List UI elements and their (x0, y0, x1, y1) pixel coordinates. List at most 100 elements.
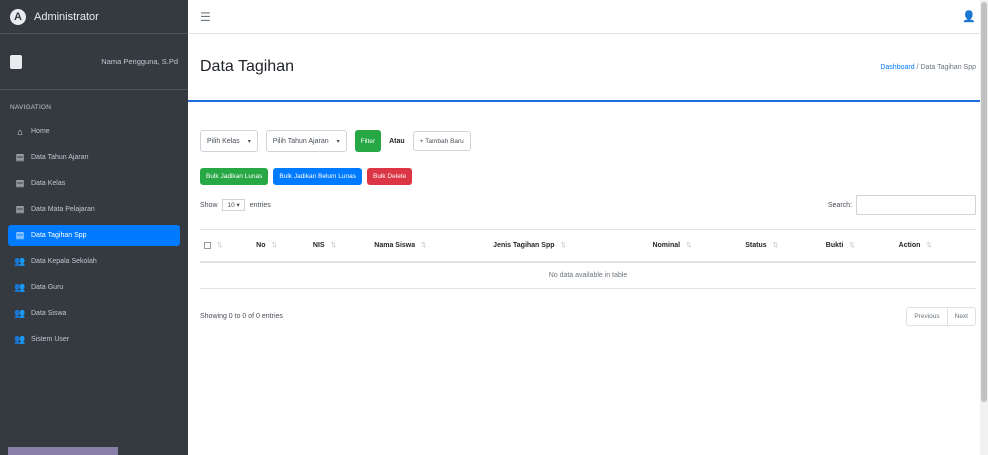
breadcrumb: Dashboard / Data Tagihan Spp (880, 64, 976, 71)
column-header-label: Bukti (825, 242, 844, 250)
user-panel[interactable]: Nama Pengguna, S.Pd (0, 34, 188, 90)
content-card: Pilih Kelas ▾ Pilih Tahun Ajaran ▾ Filte… (188, 102, 988, 455)
tahun-ajaran-select-value: Pilih Tahun Ajaran (272, 137, 329, 145)
nav-list: ⌂ Home ▤ Data Tahun Ajaran ▤ Data Kelas ▤ Data … (0, 121, 188, 350)
sidebar-item-home[interactable]: ⌂ Home (8, 121, 180, 142)
entries-select-value: 10 (227, 202, 235, 209)
users-icon: 👥 (14, 256, 26, 266)
next-button[interactable]: Next (946, 307, 975, 325)
bulk-actions: Bulk Jadikan Lunas Bulk Jadikan Belum Lu… (200, 168, 976, 185)
column-header-nominal[interactable]: Nominal ⇅ (648, 229, 742, 263)
empty-table-message: No data available in table (200, 261, 976, 289)
breadcrumb-current: Data Tagihan Spp (920, 63, 976, 71)
add-new-button[interactable]: + Tambah Baru (412, 131, 471, 151)
scrollbar-thumb[interactable] (981, 2, 987, 402)
sidebar-item-label: Sistem User (31, 336, 70, 343)
tahun-ajaran-select[interactable]: Pilih Tahun Ajaran ▾ (265, 130, 347, 152)
select-all-checkbox[interactable] (204, 241, 211, 249)
column-header-bukti[interactable]: Bukti ⇅ (821, 229, 895, 263)
sidebar-item-label: Data Mata Pelajaran (31, 206, 95, 213)
bulk-lunas-button[interactable]: Bulk Jadikan Lunas (200, 168, 269, 185)
menu-toggle-icon[interactable]: ☰ (200, 10, 211, 24)
bulk-belum-lunas-button[interactable]: Bulk Jadikan Belum Lunas (273, 168, 362, 185)
table-info: Showing 0 to 0 of 0 entries (200, 312, 283, 320)
sort-icon: ⇅ (772, 242, 779, 250)
chevron-down-icon: ▾ (247, 138, 251, 145)
chevron-down-icon: ▾ (336, 138, 340, 145)
sidebar-item-label: Home (31, 128, 50, 135)
column-header-label: NIS (312, 242, 325, 250)
sort-icon: ⇅ (217, 242, 223, 250)
show-label: Show (200, 202, 218, 209)
book-icon: ▤ (15, 204, 25, 214)
column-header-label: Nama Siswa (374, 242, 416, 250)
breadcrumb-home[interactable]: Dashboard (880, 64, 914, 71)
sort-icon: ⇅ (560, 242, 566, 250)
user-name: Nama Pengguna, S.Pd (101, 57, 178, 66)
brand-title: Administrator (34, 10, 99, 23)
users-icon: 👥 (14, 334, 26, 344)
brand[interactable]: A Administrator (0, 0, 188, 34)
tagihan-table: ⇅ No ⇅ NIS ⇅ Nama Siswa ⇅ Jenis Tagihan Spp ⇅ No… (200, 229, 976, 289)
column-header-action[interactable]: Action ⇅ (894, 229, 976, 263)
book-icon: ▤ (15, 178, 25, 188)
page-title: Data Tagihan (200, 58, 294, 75)
users-icon: 👥 (14, 308, 26, 318)
user-icon[interactable]: 👤 (962, 10, 976, 23)
page-header: Data Tagihan Dashboard / Data Tagihan Sp… (188, 34, 988, 102)
column-header-label: Nominal (652, 242, 681, 250)
book-icon: ▤ (15, 152, 25, 162)
sidebar-item-data-tahun-ajaran[interactable]: ▤ Data Tahun Ajaran (8, 147, 180, 168)
sidebar-footer-bar (8, 447, 118, 455)
sidebar-item-data-kelas[interactable]: ▤ Data Kelas (8, 173, 180, 194)
sidebar-item-label: Data Guru (31, 284, 64, 291)
sort-icon: ⇅ (330, 242, 337, 250)
topbar: ☰ 👤 (188, 0, 988, 34)
sort-icon: ⇅ (271, 242, 277, 250)
column-header-label: No (256, 242, 266, 250)
home-icon: ⌂ (17, 126, 23, 137)
users-icon: 👥 (14, 282, 26, 292)
breadcrumb-separator: / (916, 63, 919, 71)
column-header-nis[interactable]: NIS ⇅ (308, 229, 371, 263)
sidebar-item-data-tagihan-spp[interactable]: ▤ Data Tagihan Spp (8, 225, 180, 246)
sidebar: A Administrator Nama Pengguna, S.Pd NAVI… (0, 0, 188, 455)
sidebar-item-label: Data Kelas (31, 180, 66, 187)
kelas-select[interactable]: Pilih Kelas ▾ (200, 130, 258, 152)
sort-icon: ⇅ (926, 242, 932, 250)
bulk-delete-button[interactable]: Bulk Delete (366, 168, 413, 185)
column-header-nama-siswa[interactable]: Nama Siswa ⇅ (370, 229, 490, 263)
search-label: Search: (827, 201, 852, 209)
sidebar-item-label: Data Siswa (31, 310, 67, 317)
sidebar-item-data-mata-pelajaran[interactable]: ▤ Data Mata Pelajaran (8, 199, 180, 220)
column-header-label: Status (745, 242, 767, 250)
entries-select[interactable]: 10 ▾ (222, 199, 245, 211)
previous-button[interactable]: Previous (907, 308, 946, 325)
search-input[interactable] (856, 195, 976, 215)
sidebar-item-sistem-user[interactable]: 👥 Sistem User (8, 329, 180, 350)
kelas-select-value: Pilih Kelas (207, 137, 240, 145)
atau-label: Atau (389, 137, 405, 145)
sidebar-item-label: Data Tahun Ajaran (31, 154, 89, 161)
pagination: Previous Next (906, 306, 976, 326)
sidebar-item-data-guru[interactable]: 👥 Data Guru (8, 277, 180, 298)
scrollbar[interactable] (980, 0, 988, 455)
table-controls: Show 10 ▾ entries Search: (200, 195, 976, 215)
column-header-jenis-tagihan-spp[interactable]: Jenis Tagihan Spp ⇅ (489, 229, 649, 263)
column-header-label: Action (898, 242, 921, 250)
filter-row: Pilih Kelas ▾ Pilih Tahun Ajaran ▾ Filte… (200, 102, 976, 152)
select-all-header[interactable]: ⇅ (200, 229, 253, 263)
sort-icon: ⇅ (421, 242, 427, 250)
length-control: Show 10 ▾ entries (200, 199, 271, 211)
sort-icon: ⇅ (849, 242, 855, 250)
table-header-row: ⇅ No ⇅ NIS ⇅ Nama Siswa ⇅ Jenis Tagihan Spp ⇅ No… (200, 229, 976, 263)
filter-button[interactable]: Filter (354, 130, 382, 152)
sidebar-item-data-siswa[interactable]: 👥 Data Siswa (8, 303, 180, 324)
sidebar-item-label: Data Tagihan Spp (31, 232, 87, 239)
column-header-label: Jenis Tagihan Spp (493, 242, 555, 250)
main-area: ☰ 👤 Data Tagihan Dashboard / Data Tagiha… (188, 0, 988, 455)
column-header-status[interactable]: Status ⇅ (741, 229, 822, 263)
entries-label: entries (249, 202, 271, 209)
sidebar-item-data-kepala-sekolah[interactable]: 👥 Data Kepala Sekolah (8, 251, 180, 272)
column-header-no[interactable]: No ⇅ (252, 229, 309, 263)
